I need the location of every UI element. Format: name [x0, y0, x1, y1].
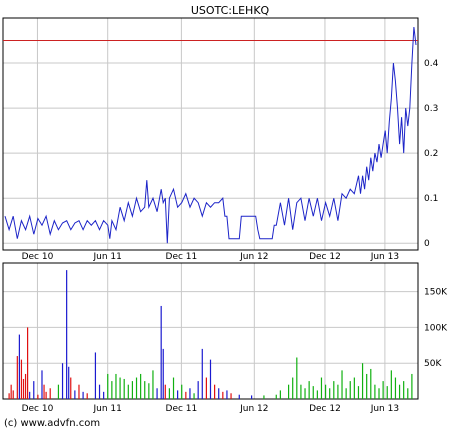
chart-title: USOTC:LEHKQ [191, 4, 270, 17]
price-x-axis-labels: Dec 10 Jun 11 Dec 11 Jun 12 Dec 12 Jun 13 [22, 252, 400, 262]
price-y-tick-label: 0.4 [424, 59, 439, 69]
volume-x-tick-label: Dec 10 [22, 404, 54, 414]
chart-root: USOTC:LEHKQ Dec 10 Jun 11 Dec 11 Jun 12 Dec … [0, 0, 460, 430]
price-x-tick-label: Jun 13 [370, 252, 399, 262]
price-grid [3, 18, 418, 250]
price-x-tick-label: Dec 11 [166, 252, 198, 262]
price-x-tick-label: Jun 11 [93, 252, 122, 262]
volume-x-tick-label: Jun 12 [239, 404, 268, 414]
price-series-line [4, 26, 417, 244]
price-y-tick-label: 0.2 [424, 149, 438, 159]
price-panel: Dec 10 Jun 11 Dec 11 Jun 12 Dec 12 Jun 13 0 0.… [2, 17, 439, 262]
price-x-tick-label: Dec 10 [22, 252, 54, 262]
volume-panel: Dec 10 Jun 11 Dec 11 Jun 12 Dec 12 Jun 13 50K… [2, 262, 448, 414]
stock-chart: USOTC:LEHKQ Dec 10 Jun 11 Dec 11 Jun 12 Dec … [2, 4, 448, 429]
price-panel-frame [2, 17, 419, 251]
volume-x-tick-label: Jun 11 [93, 404, 122, 414]
volume-bars [8, 270, 413, 399]
price-y-tick-label: 0.1 [424, 194, 438, 204]
volume-x-tick-label: Jun 13 [370, 404, 399, 414]
copyright-notice: (c) www.advfn.com [4, 418, 100, 429]
volume-x-axis-labels: Dec 10 Jun 11 Dec 11 Jun 12 Dec 12 Jun 13 [22, 404, 400, 414]
volume-y-tick-label: 150K [424, 288, 448, 298]
volume-x-tick-label: Dec 12 [309, 404, 341, 414]
price-x-tick-label: Dec 12 [309, 252, 341, 262]
volume-y-tick-label: 50K [424, 359, 442, 369]
volume-y-tick-label: 100K [424, 323, 448, 333]
volume-x-tick-label: Dec 11 [166, 404, 198, 414]
price-x-tick-label: Jun 12 [239, 252, 268, 262]
price-y-axis-labels: 0 0.1 0.2 0.3 0.4 [424, 59, 439, 249]
price-y-tick-label: 0 [424, 239, 430, 249]
volume-y-axis-labels: 50K 100K 150K [424, 288, 448, 370]
price-y-tick-label: 0.3 [424, 104, 438, 114]
